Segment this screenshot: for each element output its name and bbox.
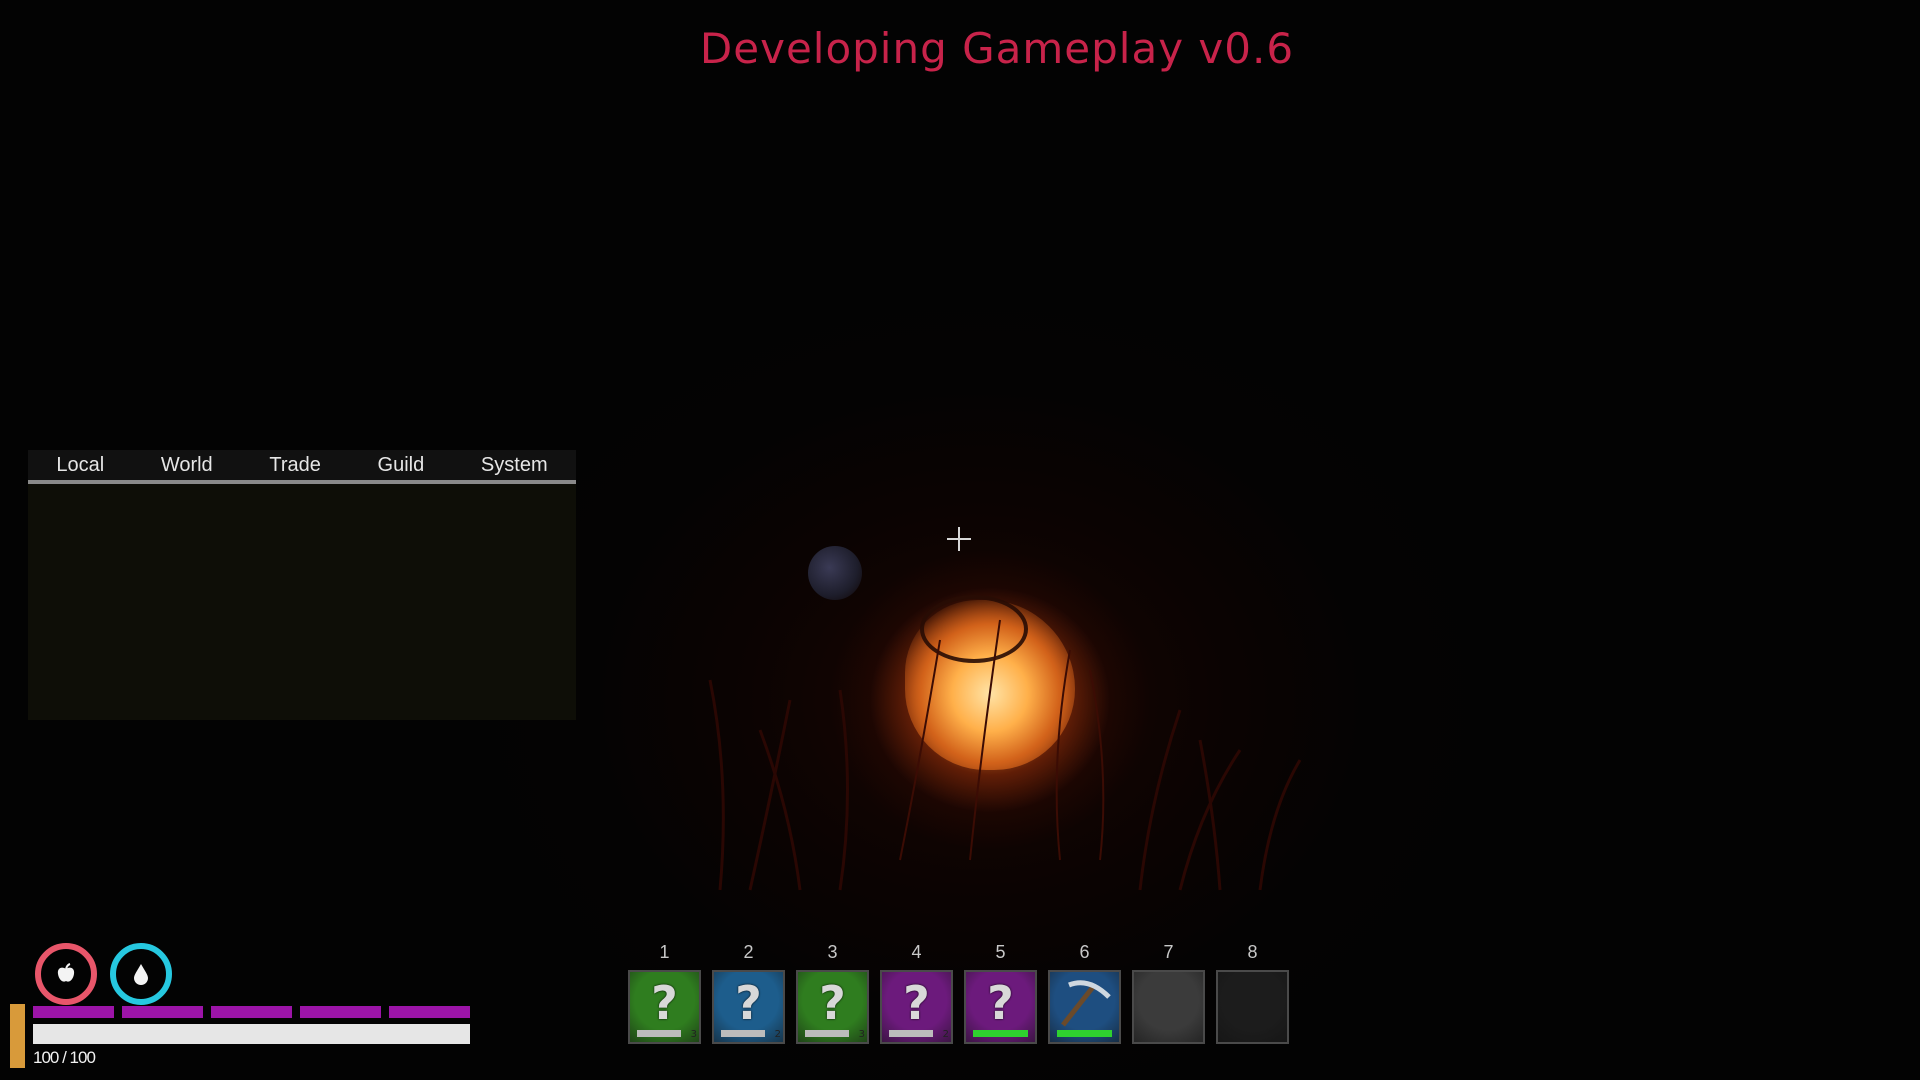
- hunger-meter: [35, 943, 97, 1005]
- health-accent-bar: [10, 1004, 25, 1068]
- hotbar-slot-number: 6: [1079, 942, 1090, 962]
- hotbar-item-box[interactable]: [1048, 970, 1121, 1044]
- hotbar-item-box[interactable]: ? 2: [880, 970, 953, 1044]
- stamina-segment: [389, 1006, 470, 1018]
- stamina-bar: [33, 1006, 470, 1018]
- hotbar-slot-4[interactable]: 4? 2: [880, 942, 953, 1047]
- durability-bar: [889, 1030, 944, 1037]
- hotbar-slot-2[interactable]: 2? 2: [712, 942, 785, 1047]
- hotbar-slot-7[interactable]: 7: [1132, 942, 1205, 1047]
- hotbar-slot-number: 8: [1247, 942, 1258, 962]
- durability-bar: [805, 1030, 860, 1037]
- hotbar-item-box[interactable]: [1132, 970, 1205, 1044]
- chat-messages-area[interactable]: [28, 484, 576, 720]
- hotbar-slot-number: 2: [743, 942, 754, 962]
- stamina-segment: [122, 1006, 203, 1018]
- question-mark-icon: ?: [819, 976, 846, 1030]
- question-mark-icon: ?: [987, 976, 1014, 1030]
- hotbar-slot-5[interactable]: 5?: [964, 942, 1037, 1047]
- health-bar: [33, 1024, 470, 1044]
- question-mark-icon: ?: [735, 976, 762, 1030]
- chat-tab-system[interactable]: System: [481, 454, 548, 477]
- durability-bar: [721, 1030, 776, 1037]
- durability-bar: [637, 1030, 692, 1037]
- item-count: 3: [858, 1029, 865, 1040]
- question-mark-icon: ?: [651, 976, 678, 1030]
- chat-tab-guild[interactable]: Guild: [378, 454, 425, 477]
- hotbar-item-box[interactable]: ? 2: [712, 970, 785, 1044]
- thirst-meter: [110, 943, 172, 1005]
- item-count: 3: [690, 1029, 697, 1040]
- chat-tab-world[interactable]: World: [161, 454, 213, 477]
- hotbar-slot-number: 7: [1163, 942, 1174, 962]
- hotbar-slot-number: 1: [659, 942, 670, 962]
- item-count: 2: [942, 1029, 949, 1040]
- pickaxe-icon: [1061, 980, 1111, 1027]
- hotbar-slot-number: 3: [827, 942, 838, 962]
- stamina-segment: [300, 1006, 381, 1018]
- chat-tab-local[interactable]: Local: [56, 454, 104, 477]
- chat-tab-trade[interactable]: Trade: [269, 454, 321, 477]
- grass-silhouettes: [708, 619, 1302, 891]
- chat-tab-bar: Local World Trade Guild System: [28, 450, 576, 484]
- apple-icon: [57, 963, 75, 982]
- hotbar-slot-number: 5: [995, 942, 1006, 962]
- hotbar-item-box[interactable]: ?: [964, 970, 1037, 1044]
- game-version-title: Developing Gameplay v0.6: [699, 24, 1295, 73]
- hotbar-slot-1[interactable]: 1? 3: [628, 942, 701, 1047]
- durability-bar: [973, 1030, 1028, 1037]
- durability-bar: [1057, 1030, 1112, 1037]
- hotbar-slot-8[interactable]: 8: [1216, 942, 1289, 1047]
- stamina-segment: [33, 1006, 114, 1018]
- water-drop-icon: [134, 964, 148, 985]
- hotbar-item-box[interactable]: ? 3: [628, 970, 701, 1044]
- question-mark-icon: ?: [903, 976, 930, 1030]
- crosshair-icon: [947, 527, 971, 551]
- hotbar: 1? 3 2? 2 3? 3 4? 2 5? 6 7 8: [628, 942, 1289, 1047]
- hotbar-slot-6[interactable]: 6: [1048, 942, 1121, 1047]
- hotbar-slot-number: 4: [911, 942, 922, 962]
- hotbar-item-box[interactable]: ? 3: [796, 970, 869, 1044]
- chat-panel: Local World Trade Guild System: [28, 450, 576, 720]
- hotbar-slot-3[interactable]: 3? 3: [796, 942, 869, 1047]
- hotbar-item-box[interactable]: [1216, 970, 1289, 1044]
- item-count: 2: [774, 1029, 781, 1040]
- health-readout: 100 / 100: [33, 1048, 96, 1067]
- stamina-segment: [211, 1006, 292, 1018]
